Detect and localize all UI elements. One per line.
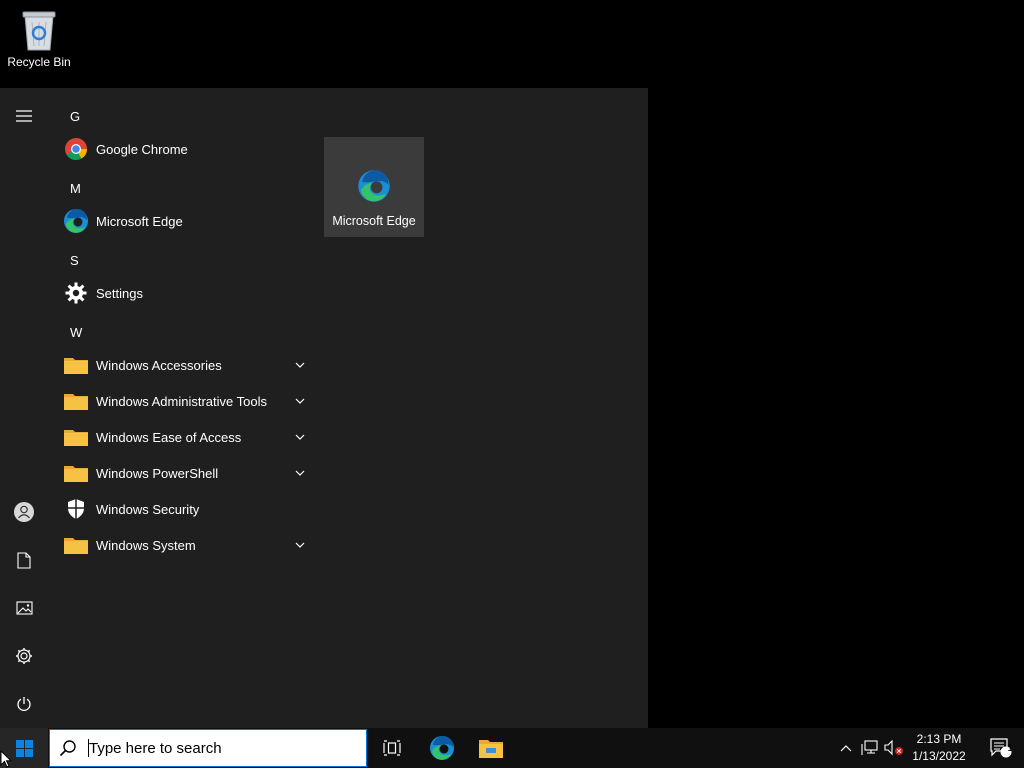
app-name: Windows System: [96, 537, 196, 553]
app-name: Windows Security: [96, 501, 200, 517]
start-menu: G Google Chrome M Microsoft Edge S Setti…: [0, 88, 648, 728]
settings-icon: [16, 648, 32, 664]
group-letter-w[interactable]: W: [70, 325, 82, 340]
folder-icon: [60, 421, 92, 453]
chevron-down-icon[interactable]: [290, 427, 310, 447]
chrome-icon: [60, 133, 92, 165]
app-name: Settings: [96, 285, 143, 301]
chevron-up-icon: [840, 744, 852, 751]
user-icon: [14, 502, 34, 522]
edge-icon: [60, 205, 92, 237]
group-letter-g[interactable]: G: [70, 109, 80, 124]
taskbar-clock[interactable]: 2:13 PM 1/13/2022: [906, 731, 972, 765]
clock-date: 1/13/2022: [912, 749, 966, 763]
folder-icon: [60, 385, 92, 417]
app-name: Google Chrome: [96, 141, 188, 157]
hamburger-icon: [16, 110, 32, 122]
search-placeholder: Type here to search: [89, 739, 222, 757]
app-list: G Google Chrome M Microsoft Edge S Setti…: [48, 88, 310, 728]
recycle-bin-desktop-icon[interactable]: Recycle Bin: [4, 8, 74, 78]
taskbar-edge-button[interactable]: [418, 728, 466, 768]
documents-button[interactable]: [0, 536, 48, 584]
edge-icon: [357, 169, 391, 208]
tile-microsoft-edge[interactable]: Microsoft Edge: [324, 137, 424, 237]
pictures-button[interactable]: [0, 584, 48, 632]
pictures-icon: [15, 601, 33, 615]
power-icon: [17, 697, 31, 712]
app-google-chrome[interactable]: Google Chrome: [60, 131, 312, 167]
show-hidden-icons-button[interactable]: [836, 738, 856, 758]
network-icon: [861, 740, 878, 755]
taskbar-search-box[interactable]: Type here to search: [49, 729, 367, 767]
taskbar-file-explorer-button[interactable]: [467, 728, 515, 768]
app-microsoft-edge[interactable]: Microsoft Edge: [60, 203, 312, 239]
power-button[interactable]: [0, 680, 48, 728]
app-windows-powershell[interactable]: Windows PowerShell: [60, 455, 312, 491]
task-view-icon: [383, 740, 401, 756]
notification-count-badge: 1: [1007, 743, 1013, 754]
file-explorer-icon: [479, 740, 503, 758]
clock-time: 2:13 PM: [916, 732, 962, 746]
app-name: Windows PowerShell: [96, 465, 219, 481]
folder-icon: [60, 529, 92, 561]
recycle-bin-label: Recycle Bin: [7, 55, 71, 69]
network-tray-button[interactable]: [860, 738, 880, 758]
gear-icon: [60, 277, 92, 309]
shield-icon: [60, 493, 92, 525]
app-name: Windows Ease of Access: [96, 429, 242, 445]
settings-rail-button[interactable]: [0, 632, 48, 680]
chevron-down-icon[interactable]: [290, 463, 310, 483]
folder-icon: [60, 457, 92, 489]
app-windows-ease-of-access[interactable]: Windows Ease of Access: [60, 419, 312, 455]
group-letter-m[interactable]: M: [70, 181, 81, 196]
edge-icon: [430, 735, 454, 760]
recycle-bin-icon: [22, 11, 56, 51]
tile-label: Microsoft Edge: [332, 214, 416, 228]
volume-tray-button[interactable]: [884, 738, 904, 758]
folder-icon: [60, 349, 92, 381]
app-name: Windows Accessories: [96, 357, 222, 373]
task-view-button[interactable]: [368, 728, 416, 768]
taskbar: Type here to search 2:13 PM 1/13/2022 1: [0, 728, 1024, 768]
app-name: Microsoft Edge: [96, 213, 183, 229]
windows-logo-icon: [15, 739, 33, 757]
search-icon: [50, 739, 86, 757]
volume-muted-icon: [884, 740, 903, 756]
app-settings[interactable]: Settings: [60, 275, 312, 311]
app-windows-administrative-tools[interactable]: Windows Administrative Tools: [60, 383, 312, 419]
document-icon: [17, 551, 31, 569]
app-windows-security[interactable]: Windows Security: [60, 491, 312, 527]
mouse-pointer-icon: [0, 750, 12, 768]
user-account-button[interactable]: [0, 488, 48, 536]
start-rail: [0, 88, 48, 728]
chevron-down-icon[interactable]: [290, 355, 310, 375]
app-windows-system[interactable]: Windows System: [60, 527, 312, 563]
app-name: Windows Administrative Tools: [96, 393, 267, 409]
action-center-button[interactable]: 1: [978, 728, 1024, 768]
expand-menu-button[interactable]: [0, 92, 48, 140]
chevron-down-icon[interactable]: [290, 391, 310, 411]
group-letter-s[interactable]: S: [70, 253, 79, 268]
chevron-down-icon[interactable]: [290, 535, 310, 555]
app-windows-accessories[interactable]: Windows Accessories: [60, 347, 312, 383]
